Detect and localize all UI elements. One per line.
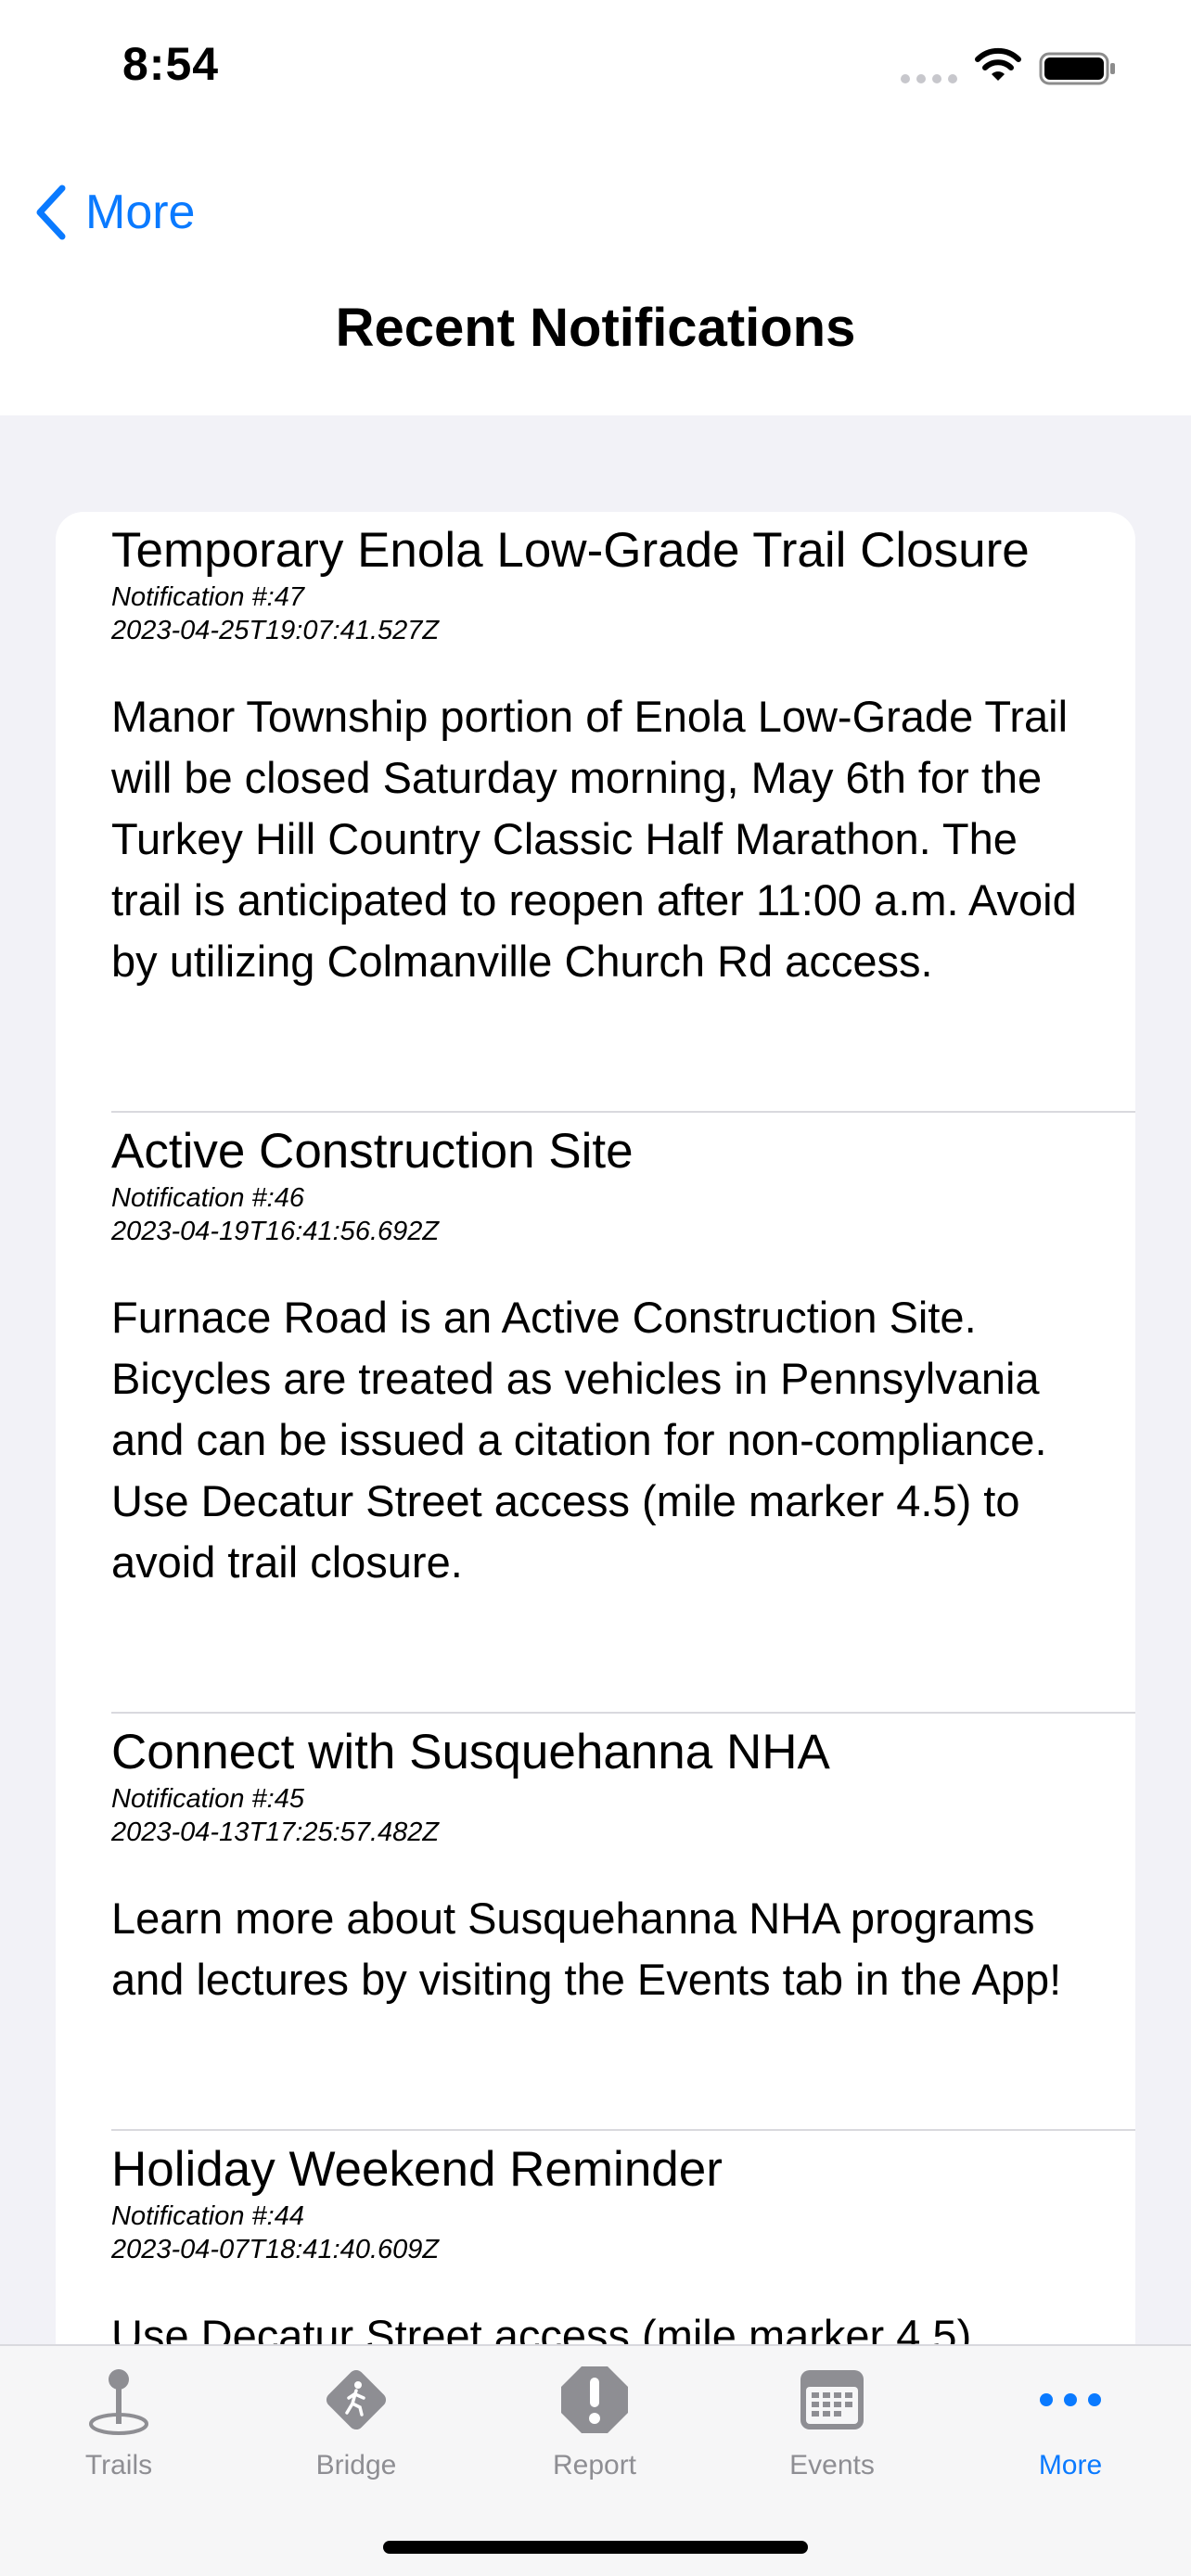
tab-label: Events <box>789 2450 875 2480</box>
tab-more[interactable]: More <box>978 2363 1163 2502</box>
tab-label: Report <box>552 2450 637 2480</box>
calendar-icon <box>800 2370 864 2429</box>
ellipsis-icon <box>1040 2393 1101 2406</box>
tab-trails[interactable]: Trails <box>26 2363 211 2502</box>
tab-label: Bridge <box>315 2450 397 2480</box>
home-indicator <box>383 2541 808 2554</box>
notification-body: Use Decatur Street access (mile marker 4… <box>111 2311 972 2344</box>
trail-pin-icon <box>89 2369 148 2435</box>
tab-label: Trails <box>84 2450 153 2480</box>
notification-number: Notification #:47 <box>111 582 304 612</box>
back-button[interactable]: More <box>33 161 195 263</box>
notification-title: Connect with Susquehanna NHA <box>111 1725 830 1779</box>
notification-item[interactable]: Holiday Weekend Reminder Notification #:… <box>56 2131 1135 2344</box>
navigation-bar: More Recent Notifications <box>0 139 1191 415</box>
notifications-scroll-view[interactable]: Temporary Enola Low-Grade Trail Closure … <box>0 415 1191 2344</box>
notification-title: Temporary Enola Low-Grade Trail Closure <box>111 523 1030 578</box>
notification-title: Holiday Weekend Reminder <box>111 2142 723 2197</box>
wifi-icon <box>975 47 1021 81</box>
notification-body: Learn more about Susquehanna NHA program… <box>111 1894 1062 2004</box>
notification-date: 2023-04-13T17:25:57.482Z <box>111 1817 440 1847</box>
back-label: More <box>85 185 196 239</box>
notification-number: Notification #:44 <box>111 2201 304 2231</box>
notification-title: Active Construction Site <box>111 1124 634 1179</box>
notification-date: 2023-04-19T16:41:56.692Z <box>111 1217 440 1246</box>
status-bar: 8:54 <box>0 0 1191 139</box>
notification-body: Furnace Road is an Active Construction S… <box>111 1293 1047 1587</box>
notifications-list: Temporary Enola Low-Grade Trail Closure … <box>56 512 1135 2344</box>
tab-events[interactable]: Events <box>739 2363 925 2502</box>
tab-bridge[interactable]: Bridge <box>263 2363 449 2502</box>
notification-date: 2023-04-25T19:07:41.527Z <box>111 616 440 645</box>
page-title: Recent Notifications <box>335 298 856 358</box>
notification-number: Notification #:45 <box>111 1784 304 1814</box>
notification-number: Notification #:46 <box>111 1183 304 1213</box>
notification-item[interactable]: Active Construction Site Notification #:… <box>56 1113 1135 1714</box>
tab-report[interactable]: Report <box>502 2363 687 2502</box>
notification-item[interactable]: Connect with Susquehanna NHA Notificatio… <box>56 1714 1135 2131</box>
tab-label: More <box>1038 2450 1103 2480</box>
notification-item[interactable]: Temporary Enola Low-Grade Trail Closure … <box>56 512 1135 1113</box>
chevron-left-icon <box>36 185 66 240</box>
walking-sign-icon <box>326 2369 387 2430</box>
battery-icon <box>1039 52 1115 85</box>
notification-date: 2023-04-07T18:41:40.609Z <box>111 2235 440 2264</box>
status-time: 8:54 <box>122 38 220 90</box>
exclamation-octagon-icon <box>561 2366 628 2433</box>
cellular-signal-icon <box>901 74 957 83</box>
notification-body: Manor Township portion of Enola Low-Grad… <box>111 692 1077 986</box>
